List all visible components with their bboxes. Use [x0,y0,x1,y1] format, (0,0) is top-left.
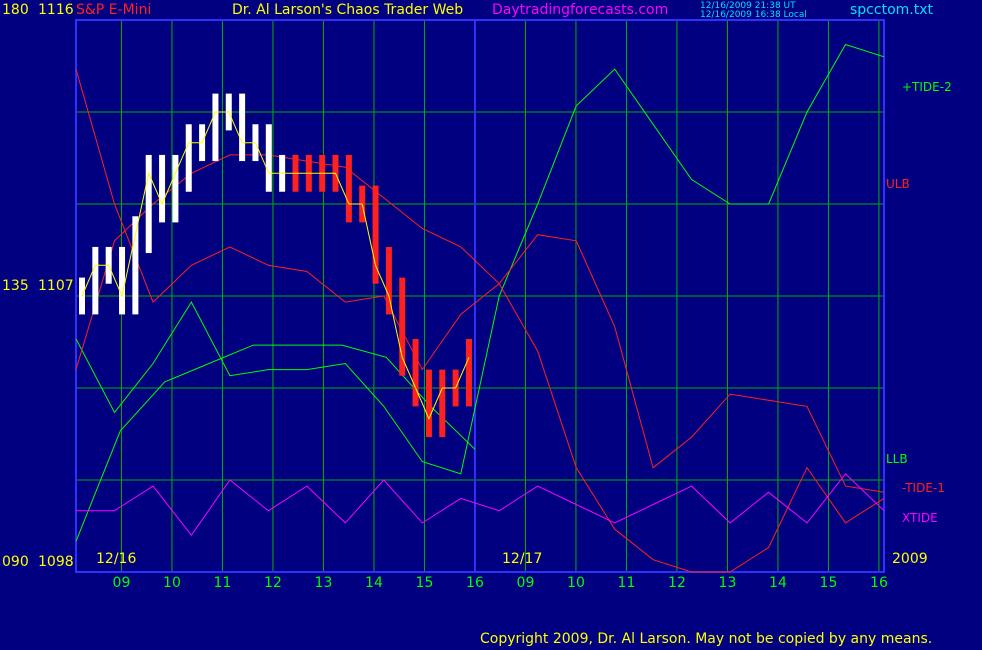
price-bar [132,216,139,315]
price-bar [172,154,179,223]
legend-xtide: XTIDE [902,511,938,525]
date-day1: 12/16 [96,551,137,567]
price-bar [145,154,152,254]
x-tick-label: 14 [365,575,383,591]
price-bar [239,93,246,162]
x-tick-label: 09 [517,575,535,591]
date-day2: 12/17 [502,551,543,567]
series-xtide [76,473,885,537]
x-tick-label: 10 [163,575,181,591]
chart-page: { "header": { "instrument": "S&P E-Mini"… [0,0,982,650]
price-bar [265,124,272,192]
top-price-label: 1116 [38,2,74,18]
file-name-label: spcctom.txt [850,2,933,18]
x-tick-label: 15 [416,575,434,591]
chart-grid [76,20,884,572]
x-tick-label: 15 [820,575,838,591]
chart-series [75,43,885,573]
price-bar [185,124,192,192]
site-label: Daytradingforecasts.com [492,2,669,18]
top-angle-label: 180 [2,2,29,18]
price-bars [79,93,472,438]
legend-tide2: +TIDE-2 [902,80,952,94]
price-bar [92,246,99,315]
price-bar [212,93,219,162]
date-year: 2009 [892,551,928,567]
x-tick-label: 14 [769,575,787,591]
legend-llb: LLB [886,452,908,466]
price-bar [439,369,446,438]
mid-price-label: 1107 [38,278,74,294]
price-bar [159,154,166,223]
chart-title: Dr. Al Larson's Chaos Trader Web [232,2,464,18]
mid-angle-label: 135 [2,278,29,294]
legend-ulb: ULB [886,177,910,191]
instrument-label: S&P E-Mini [76,2,152,18]
price-bar [465,338,472,407]
series-ulb [75,154,885,573]
x-tick-label: 12 [264,575,282,591]
x-tick-label: 13 [315,575,333,591]
timestamp-local: 12/16/2009 16:38 Local [700,10,807,20]
price-bar [412,338,419,407]
x-tick-labels: 09 10 11 12 13 14 15 16 09 10 11 12 13 14 15 16 [113,575,888,591]
series-tide-2 [75,43,885,475]
price-bar [119,246,126,315]
moving-average-line [81,111,470,420]
x-tick-label: 16 [466,575,484,591]
x-tick-label: 12 [668,575,686,591]
x-tick-label: 11 [214,575,232,591]
x-tick-label: 09 [113,575,131,591]
series-tide-1 [75,68,885,493]
bottom-price-label: 1098 [38,554,74,570]
x-tick-label: 11 [618,575,636,591]
price-bar [425,369,432,438]
chart-canvas: 09 10 11 12 13 14 15 16 09 10 11 12 13 14 15 16 [75,19,888,591]
x-tick-label: 16 [870,575,888,591]
copyright-footer: Copyright 2009, Dr. Al Larson. May not b… [480,631,933,647]
x-tick-label: 13 [719,575,737,591]
bottom-angle-label: 090 [2,554,29,570]
legend-tide1: -TIDE-1 [902,481,945,495]
price-bar [345,154,352,223]
x-tick-label: 10 [567,575,585,591]
